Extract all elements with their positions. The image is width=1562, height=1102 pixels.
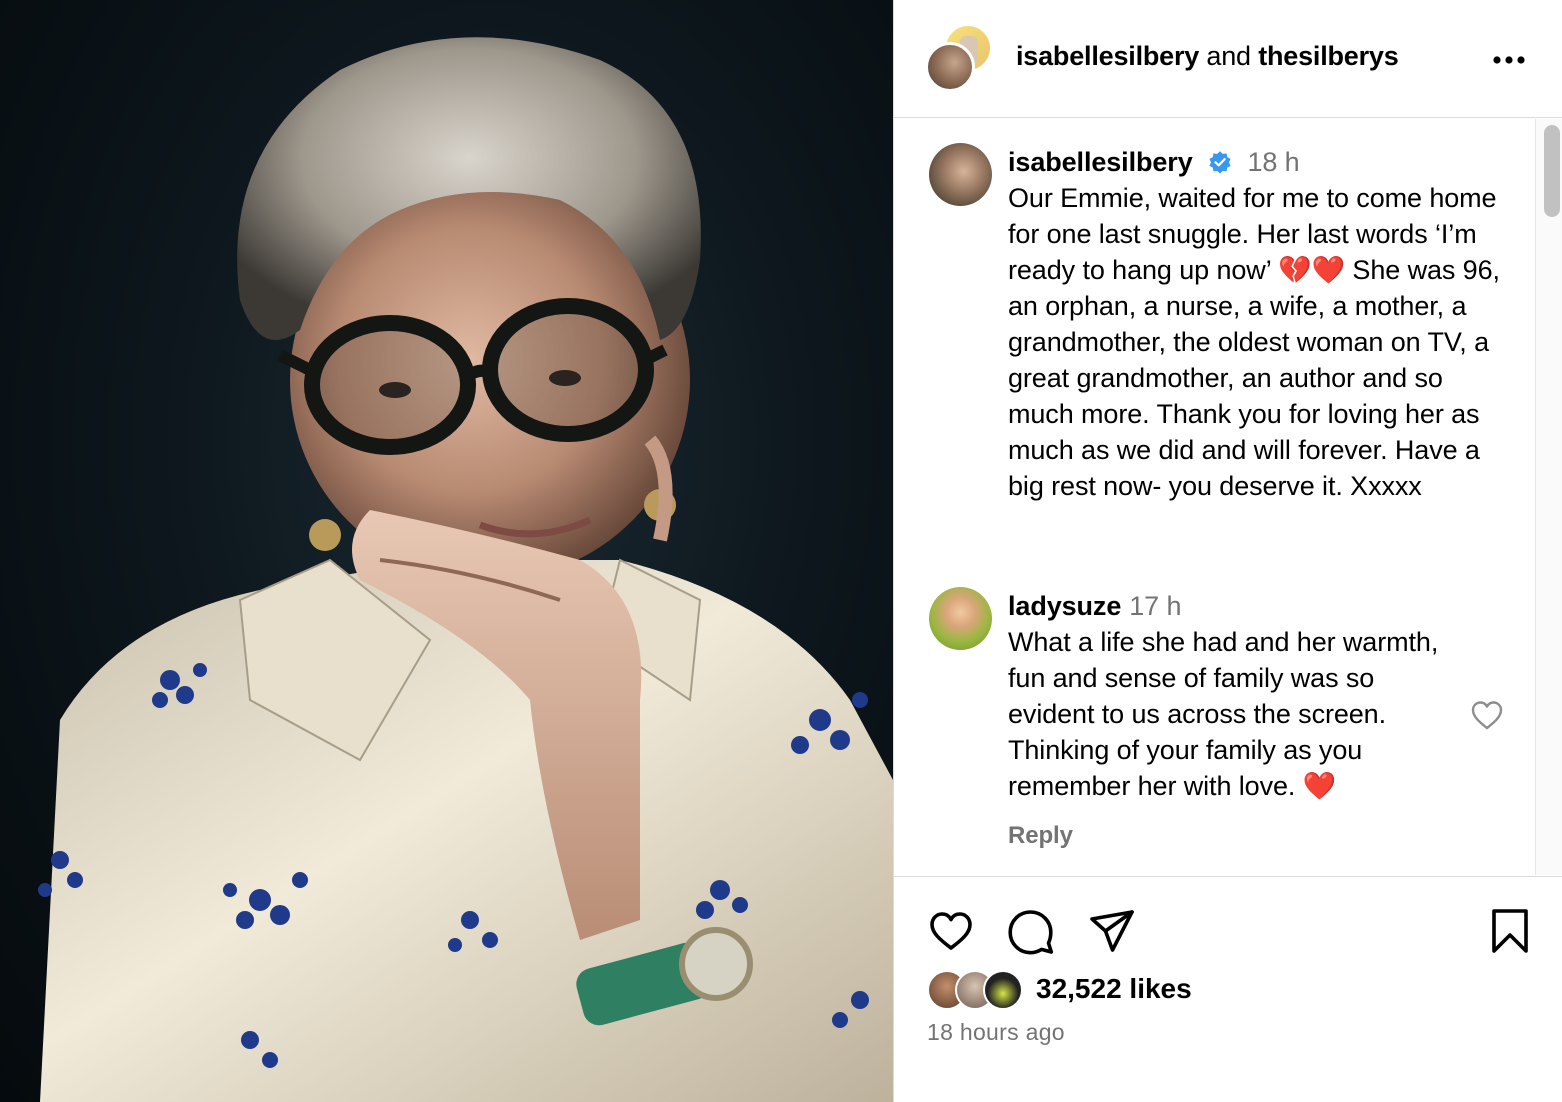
liker-avatars[interactable] bbox=[927, 970, 1037, 1010]
caption-avatar[interactable] bbox=[929, 143, 992, 206]
comment-text: What a life she had and her warmth, fun … bbox=[1008, 627, 1439, 801]
post-header: isabellesilbery and thesilberys bbox=[894, 0, 1562, 118]
liker-avatar[interactable] bbox=[983, 970, 1023, 1010]
caption-body: isabellesilbery 18 h Our Emmie, waited f… bbox=[1008, 144, 1508, 504]
scrollbar-thumb[interactable] bbox=[1544, 125, 1560, 217]
comment-body: ladysuze 17 h What a life she had and her… bbox=[1008, 588, 1458, 854]
author-username-link[interactable]: isabellesilbery bbox=[1016, 41, 1199, 71]
more-options-button[interactable] bbox=[1492, 40, 1526, 72]
heart-icon[interactable] bbox=[927, 907, 975, 955]
caption-username[interactable]: isabellesilbery bbox=[1008, 147, 1193, 177]
verified-badge-icon bbox=[1209, 151, 1231, 174]
authors-joiner: and bbox=[1199, 41, 1259, 71]
post-sidebar: isabellesilbery and thesilberys isabelle… bbox=[893, 0, 1562, 1102]
author-avatar[interactable] bbox=[925, 42, 975, 92]
reply-button[interactable]: Reply bbox=[1008, 818, 1458, 854]
post-authors: isabellesilbery and thesilberys bbox=[1016, 41, 1399, 72]
caption-time: 18 h bbox=[1247, 147, 1300, 177]
likes-count[interactable]: 32,522 likes bbox=[1036, 973, 1192, 1005]
comments-list[interactable]: isabellesilbery 18 h Our Emmie, waited f… bbox=[894, 119, 1562, 875]
comment-username[interactable]: ladysuze bbox=[1008, 591, 1121, 621]
comment-icon[interactable] bbox=[1007, 907, 1055, 955]
post-timestamp[interactable]: 18 hours ago bbox=[927, 1019, 1065, 1046]
portrait-illustration bbox=[38, 37, 893, 1102]
caption-text: Our Emmie, waited for me to come home fo… bbox=[1008, 183, 1500, 501]
comments-scrollbar[interactable] bbox=[1535, 119, 1562, 875]
comment-heart-icon[interactable] bbox=[1470, 699, 1504, 731]
collaborator-username-link[interactable]: thesilberys bbox=[1258, 41, 1399, 71]
comment-avatar[interactable] bbox=[929, 587, 992, 650]
post-photo bbox=[0, 0, 893, 1102]
comment-time: 17 h bbox=[1129, 591, 1182, 621]
bookmark-icon[interactable] bbox=[1486, 907, 1534, 955]
more-icon bbox=[1493, 56, 1525, 64]
post-actions: 32,522 likes 18 hours ago bbox=[894, 876, 1562, 1102]
share-icon[interactable] bbox=[1088, 907, 1136, 955]
